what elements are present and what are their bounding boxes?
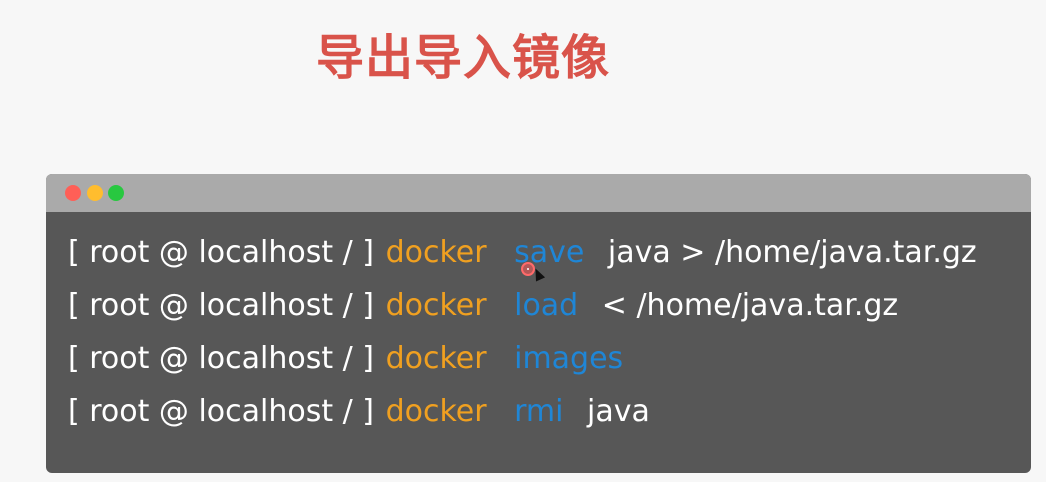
command-line-images: [ root @ localhost / ] docker images	[68, 332, 1031, 385]
docker-subcommand: rmi	[514, 394, 564, 429]
docker-command: docker	[385, 341, 487, 376]
shell-prompt: [ root @ localhost / ]	[68, 394, 375, 429]
command-arguments: < /home/java.tar.gz	[601, 288, 899, 323]
docker-command: docker	[385, 288, 487, 323]
terminal-body: [ root @ localhost / ] docker save java …	[68, 226, 1031, 438]
terminal-window: [ root @ localhost / ] docker save java …	[46, 174, 1031, 473]
maximize-window-icon[interactable]	[108, 185, 124, 201]
docker-subcommand: images	[514, 341, 624, 376]
docker-command: docker	[385, 394, 487, 429]
command-line-rmi: [ root @ localhost / ] docker rmi java	[68, 385, 1031, 438]
shell-prompt: [ root @ localhost / ]	[68, 235, 375, 270]
terminal-titlebar	[46, 174, 1031, 212]
shell-prompt: [ root @ localhost / ]	[68, 341, 375, 376]
slide-title: 导出导入镜像	[316, 30, 611, 86]
docker-command: docker	[385, 235, 487, 270]
command-arguments: java	[587, 394, 650, 429]
close-window-icon[interactable]	[65, 185, 81, 201]
docker-subcommand: load	[514, 288, 579, 323]
command-arguments: java > /home/java.tar.gz	[607, 235, 977, 270]
minimize-window-icon[interactable]	[87, 185, 103, 201]
shell-prompt: [ root @ localhost / ]	[68, 288, 375, 323]
command-line-load: [ root @ localhost / ] docker load < /ho…	[68, 279, 1031, 332]
command-line-save: [ root @ localhost / ] docker save java …	[68, 226, 1031, 279]
